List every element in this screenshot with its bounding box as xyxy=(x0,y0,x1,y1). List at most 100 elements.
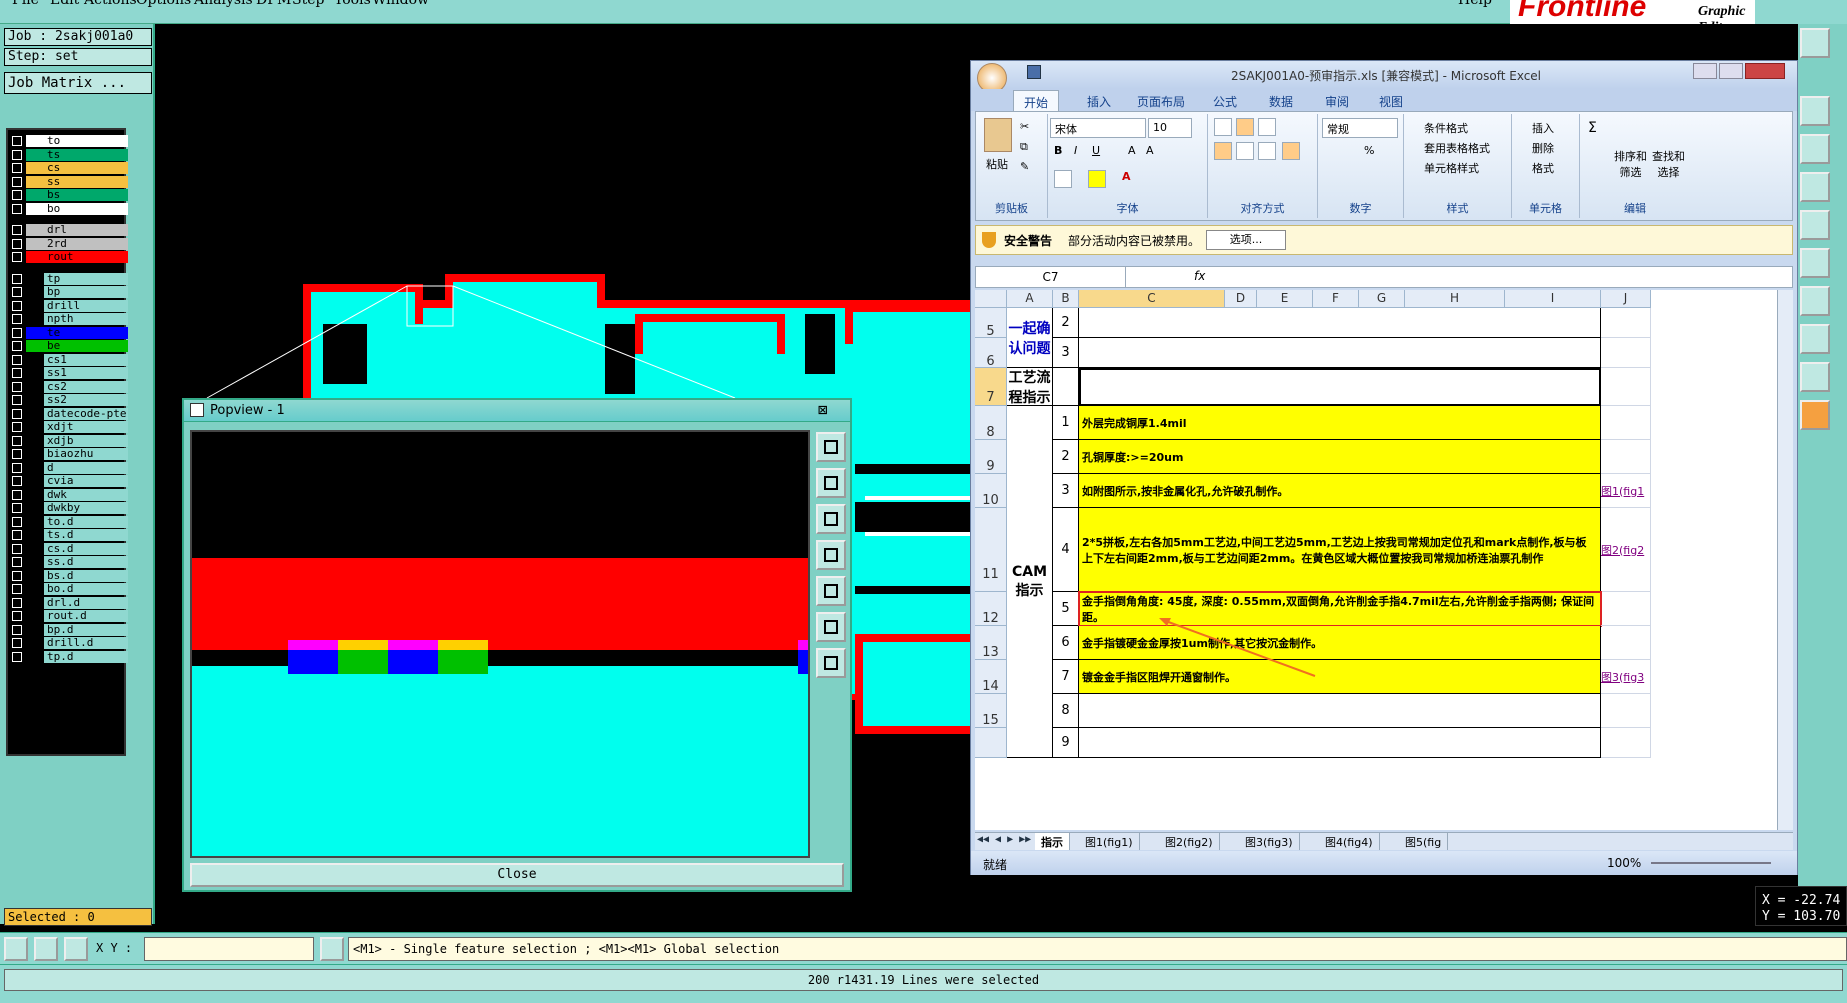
conditional-format-button[interactable]: 条件格式 xyxy=(1424,120,1468,136)
font-name-select[interactable]: 宋体 xyxy=(1050,118,1146,138)
tool-button-6[interactable] xyxy=(1800,248,1830,278)
layer-row[interactable]: cs xyxy=(8,161,128,175)
align-bottom-icon[interactable] xyxy=(1258,118,1276,136)
menu-edit[interactable]: Edit xyxy=(50,0,79,8)
layer-checkbox[interactable] xyxy=(12,176,22,187)
layer-checkbox[interactable] xyxy=(12,543,22,554)
menu-options[interactable]: Options xyxy=(136,0,191,8)
fx-icon[interactable]: fx xyxy=(1194,269,1205,283)
copy-icon[interactable]: ⧉ xyxy=(1020,140,1028,154)
tab-page-layout[interactable]: 页面布局 xyxy=(1137,93,1185,110)
layer-checkbox[interactable] xyxy=(12,516,22,527)
layer-row[interactable]: d xyxy=(8,461,128,475)
layer-row[interactable]: dwk xyxy=(8,488,128,502)
info-button[interactable] xyxy=(320,937,344,961)
measure-tool-button[interactable] xyxy=(34,937,58,961)
layer-checkbox[interactable] xyxy=(12,287,22,297)
tab-view[interactable]: 视图 xyxy=(1379,93,1403,110)
tab-insert[interactable]: 插入 xyxy=(1087,93,1111,110)
shrink-font-icon[interactable]: A xyxy=(1146,144,1154,157)
snap-tool-button[interactable] xyxy=(4,937,28,961)
layer-checkbox[interactable] xyxy=(12,530,22,540)
layer-checkbox[interactable] xyxy=(12,584,22,594)
grow-font-icon[interactable]: A xyxy=(1128,144,1136,157)
popview-titlebar[interactable]: Popview - 1 ⊠ xyxy=(184,400,850,422)
layer-row[interactable]: te xyxy=(8,326,128,340)
popview-close-button[interactable]: Close xyxy=(190,863,844,887)
format-painter-icon[interactable]: ✎ xyxy=(1020,160,1029,173)
layer-row[interactable]: drl.d xyxy=(8,596,128,610)
layer-checkbox[interactable] xyxy=(12,624,22,635)
tool-button-1[interactable] xyxy=(1800,28,1830,58)
layer-checkbox[interactable] xyxy=(12,449,22,459)
layer-row[interactable]: ts.d xyxy=(8,528,128,542)
align-middle-icon[interactable] xyxy=(1236,118,1254,136)
layer-checkbox[interactable] xyxy=(12,462,22,473)
tool-button-5[interactable] xyxy=(1800,210,1830,240)
font-color-icon[interactable]: A xyxy=(1122,170,1131,183)
tool-button-3[interactable] xyxy=(1800,134,1830,164)
layer-row[interactable]: bo.d xyxy=(8,582,128,596)
menu-file[interactable]: File xyxy=(12,0,39,8)
menu-tools[interactable]: Tools xyxy=(334,0,371,8)
layer-checkbox[interactable] xyxy=(12,435,22,446)
sheet-tab[interactable]: 图3(fig3) xyxy=(1239,833,1300,850)
layer-checkbox[interactable] xyxy=(12,611,22,621)
popview-zoom-fit-button[interactable] xyxy=(816,432,846,462)
formula-input[interactable] xyxy=(1216,268,1788,286)
merge-center-icon[interactable] xyxy=(1282,142,1300,160)
align-left-icon[interactable] xyxy=(1214,142,1232,160)
layer-checkbox[interactable] xyxy=(12,136,22,146)
minimize-icon[interactable] xyxy=(1693,63,1717,79)
paste-icon[interactable] xyxy=(984,118,1012,152)
layer-row[interactable]: dwkby xyxy=(8,501,128,515)
layer-checkbox[interactable] xyxy=(12,252,22,262)
layer-checkbox[interactable] xyxy=(12,422,22,432)
layer-checkbox[interactable] xyxy=(12,638,22,648)
italic-icon[interactable]: I xyxy=(1074,144,1077,157)
sheet-grid[interactable]: A B C D E F G H I J 5 2 6 3 7 8 1 外层完成铜厚1.4mil 9 2 孔铜厚度:>=20… xyxy=(975,290,1777,830)
layer-row[interactable]: ss2 xyxy=(8,393,128,407)
sheet-tab[interactable]: 图1(fig1) xyxy=(1079,833,1140,850)
tool-button-2[interactable] xyxy=(1800,96,1830,126)
cut-icon[interactable]: ✂ xyxy=(1020,120,1029,133)
layer-row[interactable]: bp.d xyxy=(8,623,128,637)
layer-row[interactable]: cs.d xyxy=(8,542,128,556)
layer-checkbox[interactable] xyxy=(12,503,22,513)
paste-label[interactable]: 粘贴 xyxy=(986,156,1008,172)
close-icon[interactable] xyxy=(1745,63,1785,79)
layer-row[interactable]: cvia xyxy=(8,474,128,488)
align-right-icon[interactable] xyxy=(1258,142,1276,160)
popview-zoom-out-button[interactable] xyxy=(816,648,846,678)
layer-checkbox[interactable] xyxy=(12,476,22,486)
save-icon[interactable] xyxy=(1027,65,1041,79)
align-top-icon[interactable] xyxy=(1214,118,1232,136)
layer-row[interactable]: bs xyxy=(8,188,128,202)
close-icon[interactable]: ⊠ xyxy=(818,400,828,419)
popview-zoom-in-button[interactable] xyxy=(816,612,846,642)
layer-row[interactable]: to.d xyxy=(8,515,128,529)
sheet-tab[interactable]: 图4(fig4) xyxy=(1319,833,1380,850)
layer-checkbox[interactable] xyxy=(12,273,22,284)
layer-checkbox[interactable] xyxy=(12,651,22,662)
excel-titlebar[interactable]: 2SAKJ001A0-预审指示.xls [兼容模式] - Microsoft E… xyxy=(971,61,1797,93)
layer-row[interactable]: drill xyxy=(8,299,128,313)
layer-row[interactable]: rout.d xyxy=(8,609,128,623)
percent-icon[interactable]: % xyxy=(1364,144,1374,157)
sheet-tab[interactable]: 图5(fig xyxy=(1399,833,1449,850)
popview-pan-up-button[interactable] xyxy=(816,468,846,498)
underline-icon[interactable]: U xyxy=(1092,144,1100,157)
layer-row[interactable]: cs2 xyxy=(8,380,128,394)
layer-row[interactable]: drl xyxy=(8,223,128,237)
menu-actions[interactable]: Actions xyxy=(84,0,137,8)
maximize-icon[interactable] xyxy=(1719,63,1743,79)
layer-row[interactable]: xdjt xyxy=(8,420,128,434)
layer-row[interactable]: npth xyxy=(8,312,128,326)
layer-row[interactable]: bo xyxy=(8,202,128,216)
tool-button-9[interactable] xyxy=(1800,362,1830,392)
layer-row[interactable]: to xyxy=(8,134,128,148)
tab-formulas[interactable]: 公式 xyxy=(1213,93,1237,110)
layer-row[interactable]: rout xyxy=(8,250,128,264)
popview-pan-right-button[interactable] xyxy=(816,576,846,606)
popview-pan-down-button[interactable] xyxy=(816,504,846,534)
